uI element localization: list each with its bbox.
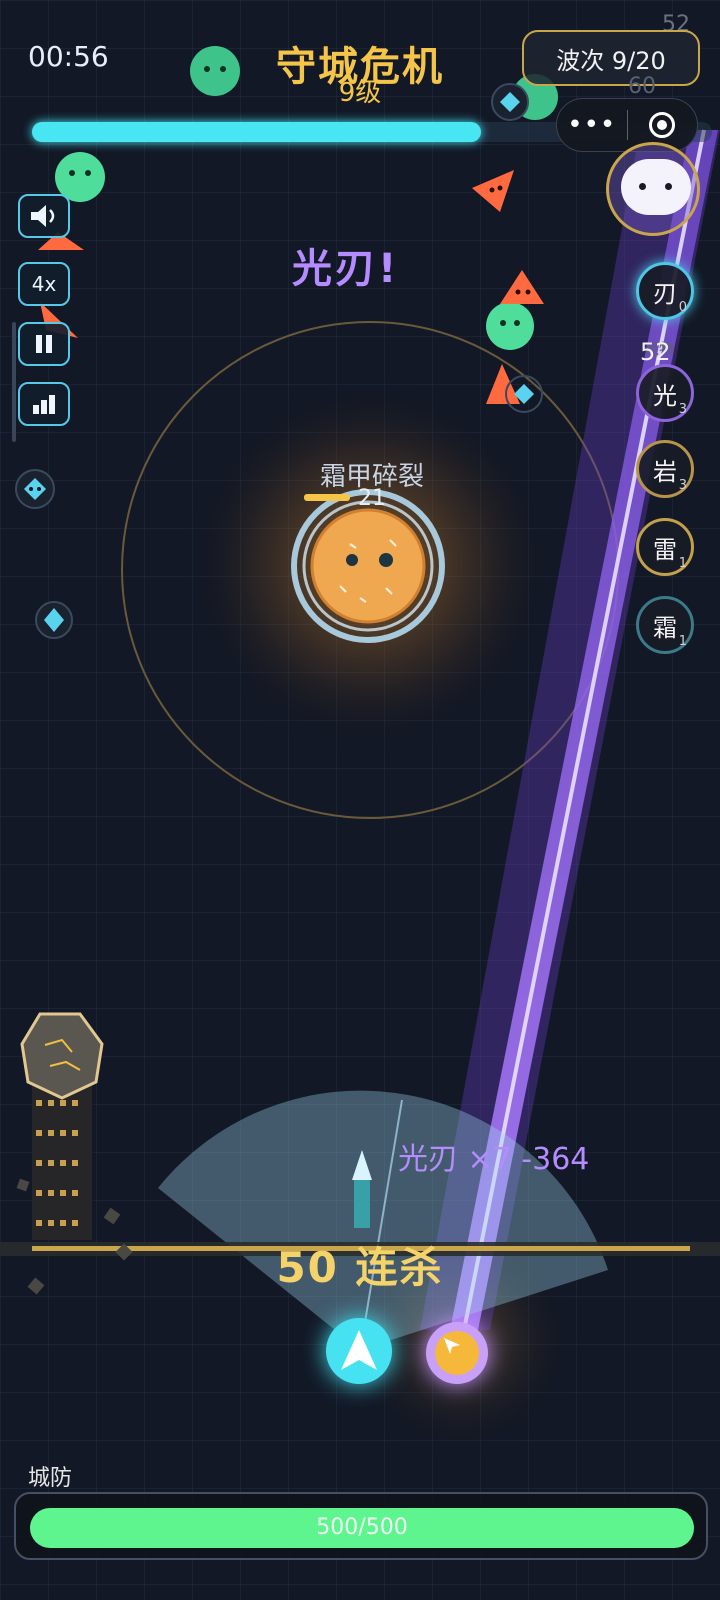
skill-slot[interactable]: 雷1	[636, 518, 694, 576]
skill-slot[interactable]: 刃0	[636, 262, 694, 320]
boss-enemy	[291, 489, 445, 643]
speed-button[interactable]: 4x	[18, 262, 70, 306]
wave-counter: 波次 9/20	[522, 30, 700, 86]
skill-label: 刃	[653, 279, 677, 308]
boss-damage-number: 21	[358, 486, 386, 511]
projectile-shaft	[354, 1178, 370, 1228]
skill-level: 1	[678, 556, 687, 571]
sound-toggle-button[interactable]	[18, 194, 70, 238]
skill-banner: 光刃!	[292, 246, 400, 292]
skill-label: 雷	[653, 535, 677, 564]
enemy-triangle	[500, 270, 544, 304]
close-miniprogram-button[interactable]	[628, 112, 698, 138]
player-light-unit[interactable]	[426, 1322, 488, 1384]
arrow-ship-icon	[341, 1330, 377, 1370]
skill-slot[interactable]: 霜1	[636, 596, 694, 654]
pause-button[interactable]	[18, 322, 70, 366]
skill-level: 1	[678, 634, 687, 649]
player-ship-unit[interactable]	[326, 1318, 392, 1384]
skill-label: 岩	[653, 457, 677, 486]
diamond-drone	[15, 469, 55, 509]
skill-slot[interactable]: 光3	[636, 364, 694, 422]
skill-level: 3	[678, 478, 687, 493]
speaker-icon	[31, 205, 55, 227]
skill-level: 3	[678, 402, 687, 417]
damage-text: 光刃 ×7 -364	[398, 1142, 590, 1177]
target-icon	[649, 112, 676, 138]
combo-counter: 50 连杀	[276, 1243, 444, 1292]
pet-avatar[interactable]	[606, 142, 700, 236]
game-stage[interactable]: 霜甲碎裂 21 光刃! 00:56 守城危机 9级 52 波次 9/20 60 …	[0, 0, 720, 1600]
debris	[103, 1207, 121, 1225]
debris	[27, 1277, 45, 1295]
city-hp-fill: 500/500	[30, 1508, 694, 1548]
stats-button[interactable]	[18, 382, 70, 426]
pet-count: 52	[640, 338, 671, 366]
enemy-triangle	[472, 170, 514, 212]
city-defense-label: 城防	[28, 1466, 73, 1491]
cursor-icon	[444, 1338, 460, 1354]
enemy-slime	[486, 302, 534, 350]
city-hp-text: 500/500	[316, 1515, 408, 1540]
skill-slot[interactable]: 岩3	[636, 440, 694, 498]
ghost-icon	[621, 159, 691, 215]
debris	[16, 1178, 30, 1192]
bar-chart-icon	[33, 395, 55, 414]
skill-label: 光	[653, 381, 677, 410]
diamond-drone	[505, 375, 543, 413]
skill-label: 霜	[653, 613, 677, 642]
xp-bar-fill	[32, 122, 481, 142]
city-hp-bar: 500/500	[14, 1492, 708, 1560]
corner-number-2: 60	[628, 74, 656, 99]
pause-icon	[36, 335, 52, 353]
miniprogram-capsule[interactable]: •••	[556, 98, 698, 152]
more-menu-button[interactable]: •••	[557, 98, 627, 152]
skill-level: 0	[678, 300, 687, 315]
speed-slider-track[interactable]	[12, 322, 16, 442]
diamond-drone	[35, 601, 73, 639]
tower-rock-top	[20, 1012, 104, 1100]
